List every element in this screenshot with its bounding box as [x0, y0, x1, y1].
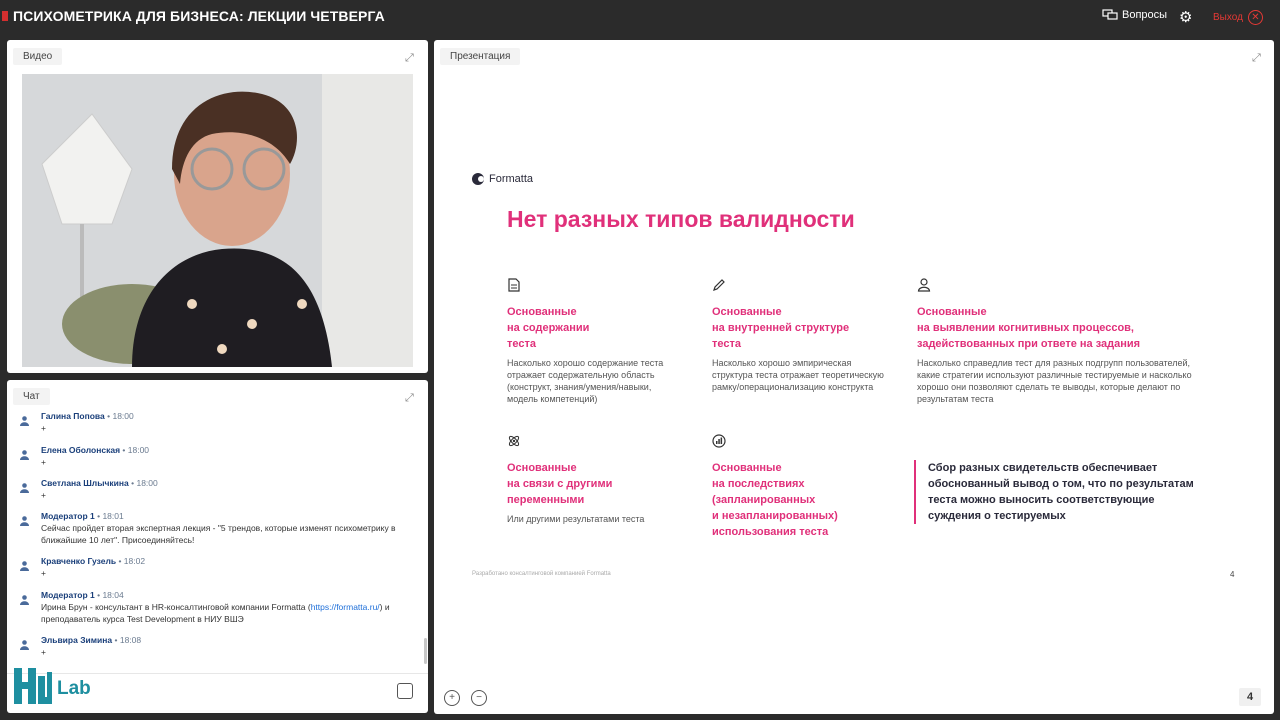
message-time: 18:00 — [136, 478, 158, 488]
user-icon — [917, 278, 931, 292]
message-header: Эльвира Зимина • 18:08 — [41, 635, 142, 645]
logo-lab-text: Lab — [57, 678, 91, 699]
message-time: 18:00 — [112, 411, 134, 421]
message-header: Галина Попова • 18:00 — [41, 411, 134, 421]
message-text: + — [41, 568, 46, 578]
slide-number: 4 — [1230, 570, 1235, 579]
formatta-link[interactable]: https://formatta.ru/ — [311, 602, 380, 612]
slide-title: Нет разных типов валидности — [507, 206, 855, 232]
message-text: + — [41, 490, 46, 500]
pencil-icon — [713, 279, 725, 291]
chat-tab[interactable]: Чат — [13, 388, 50, 405]
page-number-indicator: 4 — [1239, 688, 1261, 706]
message-text: Ирина Брун - консультант в HR-консалтинг… — [41, 601, 421, 625]
message-time: 18:04 — [102, 590, 124, 600]
presentation-tab[interactable]: Презентация — [440, 48, 521, 65]
column-heading: Основанные на выявлении когнитивных проце… — [917, 306, 1141, 350]
author-name: Модератор 1 — [41, 590, 95, 600]
message-text: Сейчас пройдет вторая экспертная лекция … — [41, 523, 396, 545]
message-time: 18:02 — [123, 556, 146, 566]
expand-presentation-icon[interactable]: ⤢ — [1252, 52, 1266, 66]
chat-message-list[interactable]: Галина Попова • 18:00 + Елена Оболонская… — [7, 411, 423, 666]
expand-video-icon[interactable]: ⤢ — [405, 52, 419, 66]
questions-button[interactable]: Вопросы — [1102, 9, 1167, 21]
formatta-brand: Formatta — [472, 173, 533, 185]
column-heading: Основанные на связи с другими переменными — [507, 462, 613, 506]
atom-icon — [508, 435, 520, 447]
author-name: Кравченко Гузель — [41, 556, 117, 566]
message-time: 18:01 — [102, 511, 124, 521]
message-time: 18:00 — [127, 445, 150, 455]
webcam-feed — [22, 74, 413, 367]
message-text: + — [41, 457, 46, 467]
author-name: Эльвира Зимина — [41, 635, 113, 645]
zoom-out-icon[interactable]: − — [471, 690, 487, 706]
slide-quote: Сбор разных свидетельств обеспечивает об… — [914, 460, 1198, 524]
slide-footer: Разработано консалтинговой компанией For… — [472, 571, 611, 577]
video-tab[interactable]: Видео — [13, 48, 63, 65]
presentation-panel: Презентация ⤢ Formatta Нет разных типов … — [434, 40, 1274, 714]
top-bar: ПСИХОМЕТРИКА ДЛЯ БИЗНЕСА: ЛЕКЦИИ ЧЕТВЕРГ… — [0, 0, 1280, 33]
message-header: Елена Оболонская • 18:00 — [41, 445, 150, 455]
column-description: Насколько хорошо содержание теста отража… — [507, 358, 664, 404]
chat-scrollbar[interactable] — [424, 638, 427, 664]
hse-logo-icon — [14, 668, 52, 704]
expand-chat-icon[interactable]: ⤢ — [405, 392, 419, 406]
chat-panel: Чат ⤢ Галина Попова • 18:00 + Елена Обол… — [7, 380, 428, 713]
user-icon — [20, 516, 29, 526]
validity-cognitive: Основанные на выявлении когнитивных проце… — [917, 278, 1192, 405]
author-name: Модератор 1 — [41, 511, 95, 521]
author-name: Галина Попова — [41, 411, 105, 421]
document-icon — [508, 278, 520, 292]
hse-lab-logo: Lab — [14, 666, 104, 710]
message-text-part: Ирина Брун - консультант в HR-консалтинг… — [41, 602, 311, 612]
validity-consequences: Основанные на последствиях (запланированны… — [712, 434, 902, 540]
formatta-logo-icon — [472, 173, 484, 185]
column-description: Насколько справедлив тест для разных под… — [917, 358, 1192, 404]
column-heading: Основанные на содержании теста — [507, 306, 590, 350]
video-panel: Видео ⤢ — [7, 40, 428, 373]
brand-name: Formatta — [489, 173, 534, 185]
message-header: Светлана Шлычкина • 18:00 — [41, 478, 158, 488]
message-header: Модератор 1 • 18:01 — [41, 511, 124, 521]
column-heading: Основанные на последствиях (запланированны… — [712, 462, 838, 538]
message-text: + — [41, 647, 46, 657]
zoom-in-icon[interactable]: + — [444, 690, 460, 706]
page-title: ПСИХОМЕТРИКА ДЛЯ БИЗНЕСА: ЛЕКЦИИ ЧЕТВЕРГ… — [13, 8, 385, 24]
column-description: Или другими результатами теста — [507, 514, 645, 524]
user-icon — [20, 595, 29, 605]
message-time: 18:08 — [119, 635, 142, 645]
speaker-video-frame — [22, 74, 413, 367]
author-name: Светлана Шлычкина — [41, 478, 129, 488]
message-header: Модератор 1 • 18:04 — [41, 590, 124, 600]
user-icon — [20, 640, 29, 650]
chart-badge-icon — [712, 434, 726, 448]
exit-button[interactable]: Выход ✕ — [1213, 10, 1263, 25]
validity-relations: Основанные на связи с другими переменными … — [507, 434, 682, 525]
column-heading: Основанные на внутренней структуре теста — [712, 306, 850, 350]
validity-structure: Основанные на внутренней структуре теста Н… — [712, 278, 892, 393]
column-description: Насколько хорошо эмпирическая структура … — [712, 358, 884, 392]
validity-content: Основанные на содержании теста Насколько х… — [507, 278, 682, 405]
exit-icon: ✕ — [1247, 10, 1263, 25]
message-header: Кравченко Гузель • 18:02 — [41, 556, 146, 566]
author-name: Елена Оболонская — [41, 445, 121, 455]
live-indicator — [2, 11, 8, 21]
gear-icon[interactable]: ⚙ — [1179, 8, 1192, 26]
questions-label: Вопросы — [1122, 9, 1168, 21]
user-icon — [20, 483, 29, 493]
questions-icon — [1102, 9, 1118, 20]
user-icon — [20, 561, 29, 571]
user-icon — [20, 416, 29, 426]
emoji-icon[interactable] — [397, 683, 413, 699]
user-icon — [20, 450, 29, 460]
exit-label: Выход — [1213, 12, 1243, 23]
slide: Formatta Нет разных типов валидности Осн… — [434, 120, 1274, 600]
message-text: + — [41, 423, 46, 433]
